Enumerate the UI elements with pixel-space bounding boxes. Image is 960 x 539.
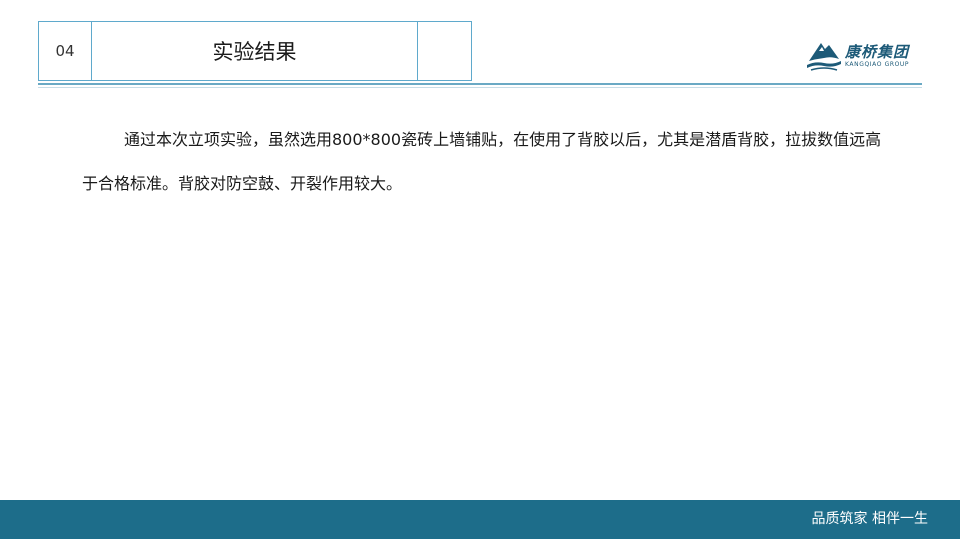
header-divider — [38, 83, 922, 85]
logo-subtitle: KANGQIAO GROUP — [845, 61, 910, 68]
header-divider-thin — [38, 87, 922, 88]
slide: 04 实验结果 康桥集团 KANGQIAO GROUP 通过本次立项实验，虽然选… — [0, 0, 960, 539]
header-empty-cell — [418, 22, 471, 80]
footer-bar: 品质筑家 相伴一生 — [0, 500, 960, 539]
section-number: 04 — [39, 22, 92, 80]
mountain-bridge-logo-icon — [807, 43, 841, 71]
footer-slogan: 品质筑家 相伴一生 — [811, 511, 928, 527]
body-content: 通过本次立项实验，虽然选用800*800瓷砖上墙铺贴，在使用了背胶以后，尤其是潜… — [82, 118, 882, 206]
section-header-box: 04 实验结果 — [38, 21, 472, 81]
section-title: 实验结果 — [92, 22, 418, 80]
logo-name: 康桥集团 — [845, 43, 910, 61]
result-paragraph: 通过本次立项实验，虽然选用800*800瓷砖上墙铺贴，在使用了背胶以后，尤其是潜… — [82, 130, 882, 193]
company-logo: 康桥集团 KANGQIAO GROUP — [805, 38, 925, 74]
logo-text: 康桥集团 KANGQIAO GROUP — [845, 43, 909, 69]
